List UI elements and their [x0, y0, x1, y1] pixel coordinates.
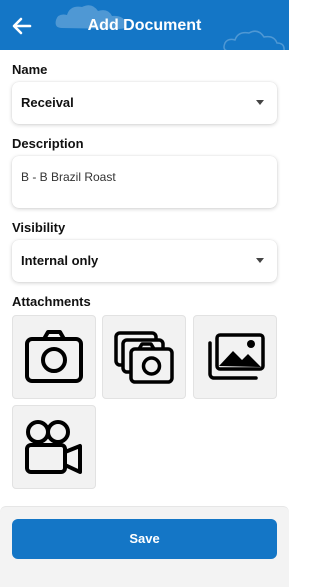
name-select-value: Receival [21, 95, 74, 110]
visibility-label: Visibility [12, 220, 66, 235]
record-video-button[interactable] [12, 405, 96, 489]
description-label: Description [12, 136, 84, 151]
take-photo-button[interactable] [12, 315, 96, 399]
name-select[interactable]: Receival [12, 82, 277, 124]
attachments-label: Attachments [12, 294, 91, 309]
description-value: B - B Brazil Roast [21, 170, 116, 184]
video-camera-icon [25, 420, 82, 474]
visibility-select-value: Internal only [21, 253, 99, 268]
multiple-photos-button[interactable] [102, 315, 186, 399]
multiple-photos-camera-icon [114, 331, 174, 384]
camera-icon [25, 330, 83, 383]
caret-down-icon [256, 100, 264, 105]
page-title: Add Document [87, 17, 202, 34]
image-gallery-button[interactable] [193, 315, 277, 399]
save-button[interactable]: Save [12, 519, 277, 559]
name-label: Name [12, 62, 48, 77]
caret-down-icon [256, 258, 264, 263]
image-gallery-icon [208, 333, 265, 380]
app-header: Add Document [0, 0, 289, 50]
description-field[interactable]: B - B Brazil Roast [12, 156, 277, 208]
visibility-select[interactable]: Internal only [12, 240, 277, 282]
